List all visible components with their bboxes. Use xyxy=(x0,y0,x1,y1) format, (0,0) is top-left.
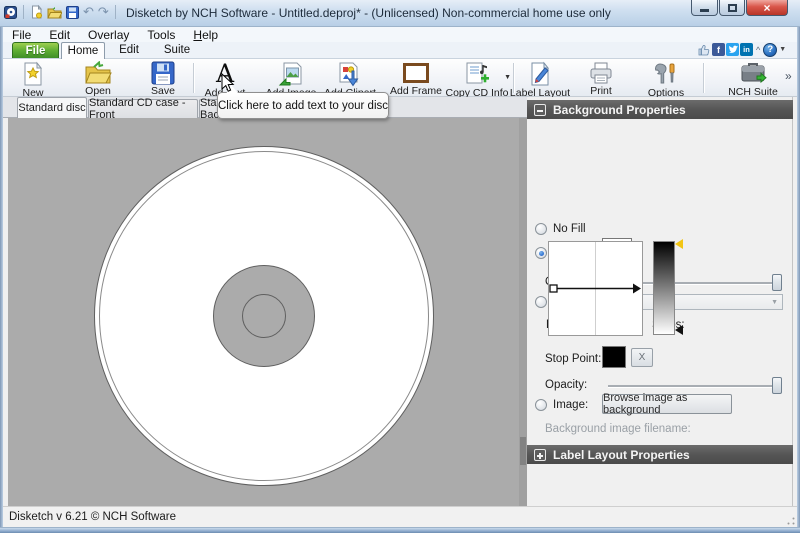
opacity-slider-thumb[interactable] xyxy=(772,274,782,291)
open-button[interactable]: Open xyxy=(72,60,124,97)
divider xyxy=(114,5,116,19)
open-folder-icon xyxy=(84,61,112,85)
menu-edit[interactable]: Edit xyxy=(40,28,79,42)
close-button[interactable]: × xyxy=(746,0,788,16)
status-text: Disketch v 6.21 © NCH Software xyxy=(9,511,176,523)
undo-icon[interactable]: ↶ xyxy=(83,5,94,19)
tab-edit[interactable]: Edit xyxy=(107,42,151,58)
disc-hub xyxy=(213,265,315,367)
background-image-filename-label: Background image filename: xyxy=(545,423,691,435)
quick-open-icon[interactable] xyxy=(47,6,62,19)
mouse-cursor xyxy=(221,73,235,92)
twitter-icon[interactable] xyxy=(726,43,739,56)
menu-help[interactable]: Help xyxy=(184,28,227,42)
add-frame-button[interactable]: Add Frame xyxy=(387,60,445,97)
stop-point-swatch[interactable] xyxy=(602,346,626,368)
toolbar-separator xyxy=(703,63,704,93)
label-layout-icon xyxy=(528,61,552,87)
resize-grip[interactable] xyxy=(787,517,795,525)
disc-hole xyxy=(242,294,286,338)
copy-cd-info-icon xyxy=(464,61,490,87)
properties-panel: Background Properties No Fill Solid: Opa… xyxy=(527,97,793,506)
add-frame-icon xyxy=(402,61,430,85)
canvas-scrollbar[interactable] xyxy=(519,118,527,506)
add-clipart-icon xyxy=(337,61,363,87)
window-border xyxy=(0,27,3,527)
social-links: f in ^ ? ▼ xyxy=(698,42,786,57)
new-document-icon xyxy=(21,61,45,87)
status-bar: Disketch v 6.21 © NCH Software xyxy=(3,506,797,527)
print-button[interactable]: Print xyxy=(575,60,627,97)
browse-image-button[interactable]: Browse image as background xyxy=(602,392,732,416)
redo-icon[interactable]: ↷ xyxy=(98,5,109,19)
toolbar-separator xyxy=(193,63,194,93)
doc-tab-cd-case-front[interactable]: Standard CD case - Front xyxy=(88,97,198,121)
save-icon xyxy=(151,61,175,85)
like-icon[interactable] xyxy=(698,43,711,56)
window-title: Disketch by NCH Software - Untitled.depr… xyxy=(126,6,611,20)
tab-home[interactable]: Home xyxy=(61,42,105,59)
tab-suite[interactable]: Suite xyxy=(155,42,199,58)
gradient-direction-widget[interactable] xyxy=(548,241,643,336)
menu-bar: File Edit Overlay Tools Help xyxy=(3,27,797,42)
maximize-button[interactable] xyxy=(719,0,745,16)
stop-marker-bottom[interactable] xyxy=(675,325,683,335)
stop-point-label: Stop Point: xyxy=(545,353,602,365)
nch-suite-icon xyxy=(739,61,767,86)
opacity2-label: Opacity: xyxy=(545,379,588,391)
collapse-icon[interactable] xyxy=(534,103,546,116)
minimize-button[interactable] xyxy=(691,0,718,16)
caret-icon[interactable]: ^ xyxy=(756,45,760,55)
scrollbar-thumb[interactable] xyxy=(520,437,526,465)
label-layout-properties-title: Label Layout Properties xyxy=(553,447,690,462)
add-image-icon xyxy=(278,61,304,87)
window-border xyxy=(0,527,800,533)
title-bar: ↶ ↷ Disketch by NCH Software - Untitled.… xyxy=(0,0,800,27)
background-properties-header[interactable]: Background Properties xyxy=(527,100,793,119)
menu-overlay[interactable]: Overlay xyxy=(79,28,138,42)
design-canvas[interactable] xyxy=(8,118,519,506)
gradient-opacity-slider[interactable] xyxy=(608,385,780,387)
background-properties-title: Background Properties xyxy=(553,102,686,117)
tooltip: Click here to add text to your disc xyxy=(217,85,389,119)
app-window: ↶ ↷ Disketch by NCH Software - Untitled.… xyxy=(0,0,800,533)
print-icon xyxy=(588,61,614,85)
help-dropdown-icon[interactable]: ▼ xyxy=(779,46,786,53)
divider xyxy=(23,5,24,19)
no-fill-radio[interactable] xyxy=(535,223,547,235)
menu-tools[interactable]: Tools xyxy=(138,28,184,42)
linkedin-icon[interactable]: in xyxy=(740,43,753,56)
toolbar-overflow-icon[interactable]: » xyxy=(785,69,792,83)
tab-file[interactable]: File xyxy=(12,42,59,58)
gradient-opacity-slider-thumb[interactable] xyxy=(772,377,782,394)
label-layout-properties-header[interactable]: Label Layout Properties xyxy=(527,445,793,464)
ribbon-tab-row: File Home Edit Suite xyxy=(3,42,797,59)
gradient-radio[interactable] xyxy=(535,296,547,308)
help-icon[interactable]: ? xyxy=(763,42,778,57)
options-button[interactable]: Options xyxy=(638,60,694,99)
image-radio[interactable] xyxy=(535,399,547,411)
delete-stop-button[interactable]: X xyxy=(631,348,653,367)
app-icon xyxy=(4,5,17,19)
menu-file[interactable]: File xyxy=(3,28,40,42)
disc-label[interactable] xyxy=(94,146,434,486)
quick-new-icon[interactable] xyxy=(30,5,43,19)
stop-marker-top[interactable] xyxy=(675,239,683,249)
options-icon xyxy=(653,61,679,87)
expand-icon[interactable] xyxy=(534,448,546,461)
facebook-icon[interactable]: f xyxy=(712,43,725,56)
gradient-stops-bar[interactable] xyxy=(653,241,675,335)
nch-suite-button[interactable]: NCH Suite xyxy=(721,60,785,98)
quick-save-icon[interactable] xyxy=(66,5,79,19)
save-button[interactable]: Save xyxy=(137,60,189,97)
solid-radio[interactable] xyxy=(535,247,547,259)
copy-cd-info-button[interactable]: ▼ Copy CD Info xyxy=(441,60,513,99)
combo-arrow-icon: ▼ xyxy=(771,299,778,306)
no-fill-label: No Fill xyxy=(553,223,586,235)
doc-tab-standard-disc[interactable]: Standard disc xyxy=(17,97,87,118)
new-button[interactable]: New xyxy=(7,60,59,99)
label-layout-button[interactable]: Label Layout xyxy=(508,60,572,99)
toolbar: New Open Save A Add Text Add Image Add C… xyxy=(3,58,797,99)
image-label: Image: xyxy=(553,399,589,411)
